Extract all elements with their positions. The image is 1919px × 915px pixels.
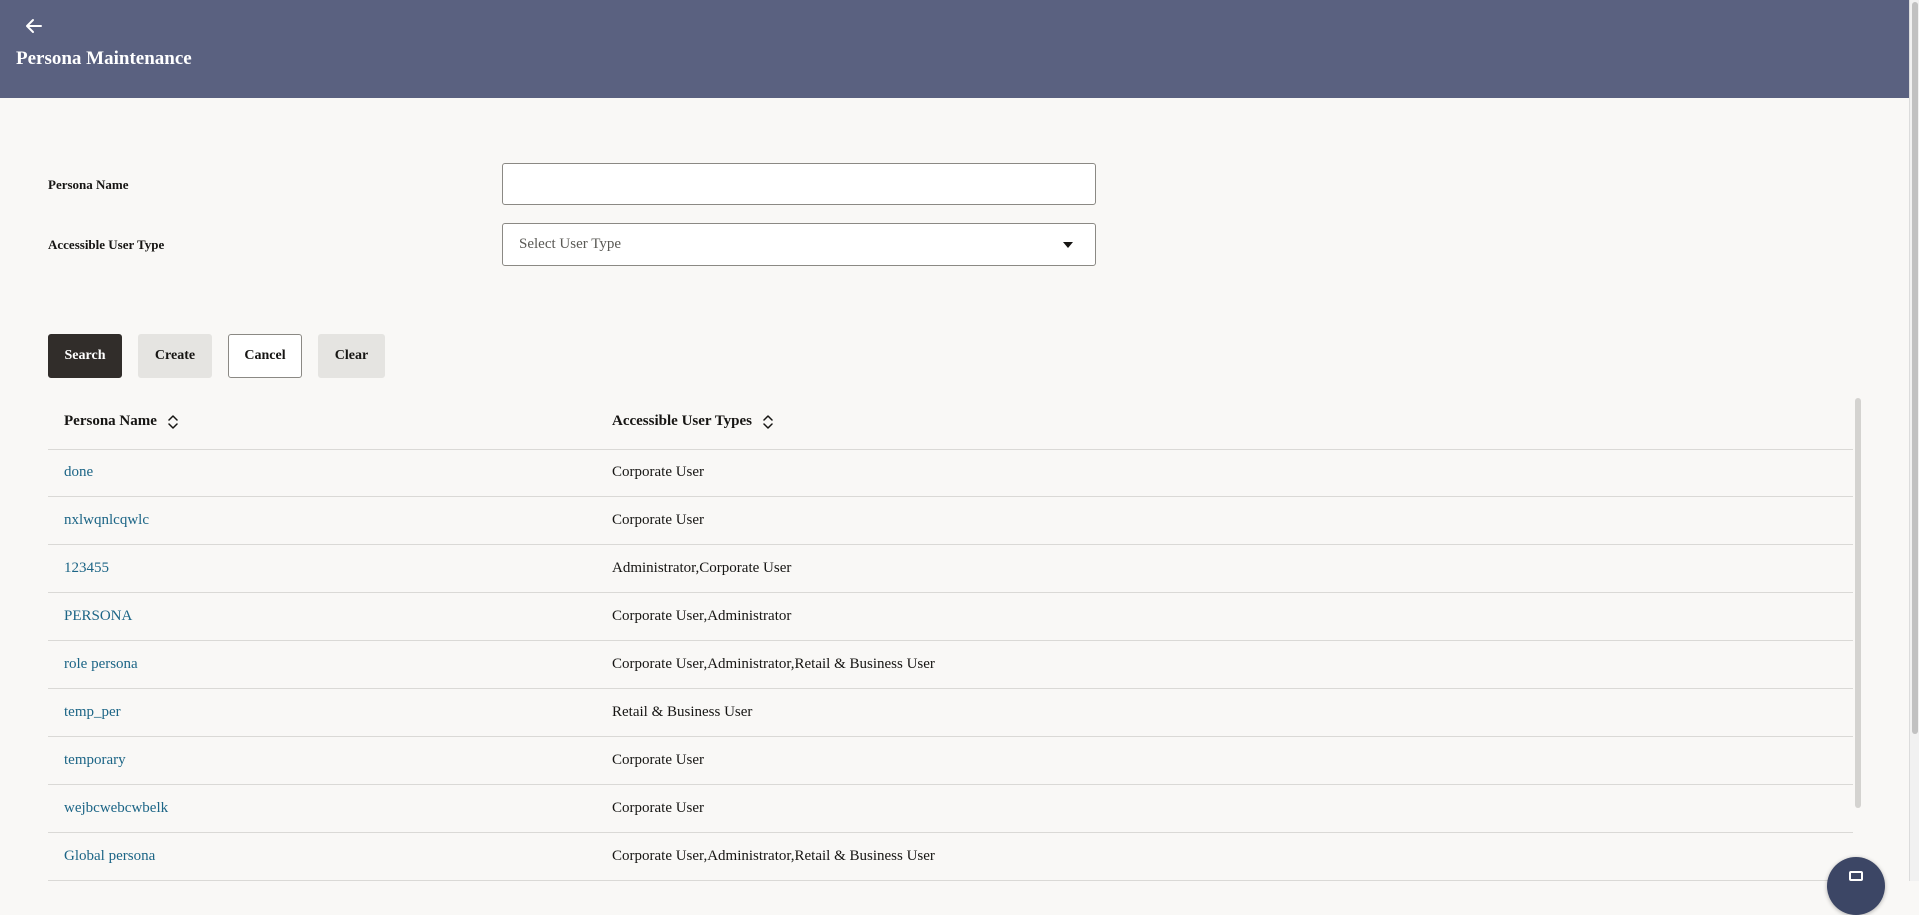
table-row: done Corporate User (48, 449, 1853, 497)
user-type-placeholder: Select User Type (519, 236, 621, 252)
persona-name-link[interactable]: PERSONA (64, 608, 132, 625)
user-types-cell: Retail & Business User (612, 704, 753, 720)
arrow-left-icon (26, 19, 42, 33)
table-row: 123455 Administrator,Corporate User (48, 545, 1853, 593)
create-button[interactable]: Create (138, 334, 212, 378)
persona-name-link[interactable]: done (64, 464, 93, 481)
persona-name-label: Persona Name (48, 177, 129, 192)
persona-name-link[interactable]: 123455 (64, 560, 109, 577)
persona-name-input[interactable] (502, 163, 1096, 205)
search-button[interactable]: Search (48, 334, 122, 378)
help-fab-button[interactable] (1827, 857, 1885, 915)
table-row: role persona Corporate User,Administrato… (48, 641, 1853, 689)
user-types-cell: Corporate User (612, 752, 705, 768)
chat-icon (1849, 871, 1863, 881)
user-types-cell: Corporate User,Administrator,Retail & Bu… (612, 848, 935, 864)
table-row: temp_per Retail & Business User (48, 689, 1853, 737)
clear-button[interactable]: Clear (318, 334, 385, 378)
user-type-label: Accessible User Type (48, 237, 165, 252)
persona-table: Persona Name Accessible User Types done … (48, 396, 1853, 881)
persona-name-link[interactable]: wejbcwebcwbelk (64, 800, 168, 817)
table-row: Global persona Corporate User,Administra… (48, 833, 1853, 881)
user-types-cell: Corporate User,Administrator (612, 608, 792, 624)
column-header-user-types[interactable]: Accessible User Types (612, 413, 773, 430)
page-scrollbar[interactable] (1909, 0, 1919, 881)
cancel-button[interactable]: Cancel (228, 334, 302, 378)
table-scrollbar[interactable] (1855, 398, 1861, 808)
page-scrollbar-thumb[interactable] (1912, 2, 1918, 734)
table-row: temporary Corporate User (48, 737, 1853, 785)
persona-name-link[interactable]: nxlwqnlcqwlc (64, 512, 149, 529)
table-header: Persona Name Accessible User Types (48, 396, 1853, 450)
user-types-cell: Corporate User (612, 464, 705, 480)
column-header-label: Accessible User Types (612, 413, 752, 429)
user-types-cell: Corporate User (612, 800, 705, 816)
user-types-cell: Corporate User,Administrator,Retail & Bu… (612, 656, 935, 672)
sort-icon (763, 414, 773, 429)
user-types-cell: Corporate User (612, 512, 705, 528)
page-title: Persona Maintenance (16, 48, 192, 69)
user-types-cell: Administrator,Corporate User (612, 560, 792, 576)
caret-down-icon (1063, 242, 1073, 248)
table-row: wejbcwebcwbelk Corporate User (48, 785, 1853, 833)
user-type-select[interactable]: Select User Type (502, 223, 1096, 266)
table-row: PERSONA Corporate User,Administrator (48, 593, 1853, 641)
persona-name-link[interactable]: temp_per (64, 704, 121, 721)
persona-name-link[interactable]: role persona (64, 656, 138, 673)
column-header-label: Persona Name (64, 413, 157, 429)
persona-name-link[interactable]: temporary (64, 752, 126, 769)
persona-name-link[interactable]: Global persona (64, 848, 155, 865)
column-header-persona-name[interactable]: Persona Name (64, 413, 178, 430)
back-button[interactable] (22, 14, 46, 38)
table-row: nxlwqnlcqwlc Corporate User (48, 497, 1853, 545)
sort-icon (168, 414, 178, 429)
page-header: Persona Maintenance (0, 0, 1910, 98)
